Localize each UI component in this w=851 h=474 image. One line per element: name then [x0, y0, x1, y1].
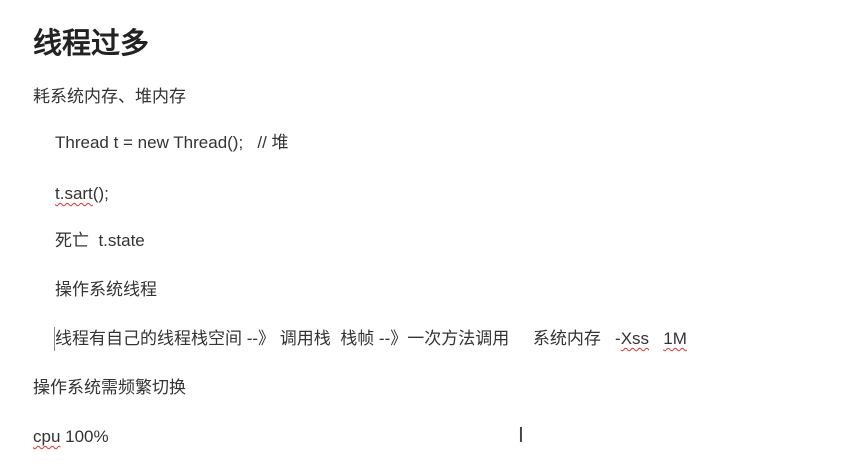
page-title: 线程过多 [33, 28, 150, 60]
paragraph[interactable]: 操作系统需频繁切换 [33, 377, 186, 399]
paragraph[interactable]: 操作系统线程 [55, 279, 157, 301]
text: 100% [60, 427, 109, 446]
misspelled-word[interactable]: 1M [663, 329, 687, 348]
misspelled-word[interactable]: cpu [33, 427, 60, 446]
misspelled-word[interactable]: t.sart [55, 184, 93, 203]
paragraph[interactable]: t.sart(); [55, 183, 109, 205]
paragraph[interactable]: cpu 100% [33, 426, 109, 448]
text: 线程有自己的线程栈空间 --》 调用栈 栈帧 --》一次方法调用 系统内存 - [55, 329, 621, 348]
text: (); [92, 184, 109, 203]
paragraph[interactable]: Thread t = new Thread(); // 堆 [55, 132, 289, 154]
ibeam-cursor-icon: I [518, 423, 524, 447]
paragraph[interactable]: 线程有自己的线程栈空间 --》 调用栈 栈帧 --》一次方法调用 系统内存 -X… [55, 328, 687, 350]
text [649, 329, 663, 348]
paragraph[interactable]: 耗系统内存、堆内存 [33, 86, 186, 108]
misspelled-word[interactable]: Xss [621, 329, 649, 348]
paragraph[interactable]: 死亡 t.state [55, 230, 145, 252]
